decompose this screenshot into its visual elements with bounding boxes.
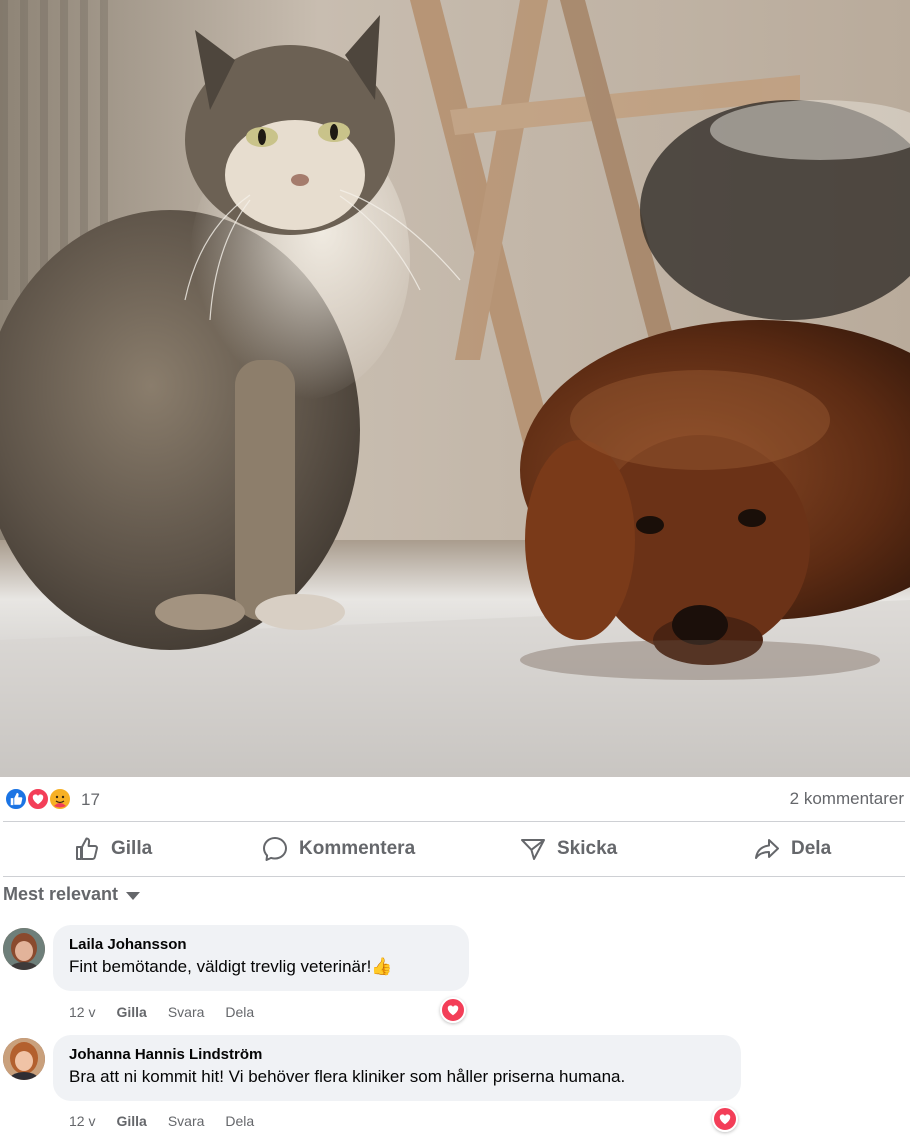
comment-timestamp[interactable]: 12 v [69, 1004, 95, 1020]
avatar[interactable] [3, 928, 45, 970]
comment-sort-dropdown[interactable]: Mest relevant [3, 884, 141, 905]
comment-label: Kommentera [299, 838, 416, 859]
like-button[interactable]: Gilla [73, 826, 152, 872]
comment-bubble: Laila Johansson Fint bemötande, väldigt … [53, 925, 469, 991]
love-icon [26, 787, 50, 811]
reaction-count[interactable]: 17 [81, 790, 100, 810]
share-arrow-icon [755, 839, 779, 859]
comment-reply-button[interactable]: Svara [168, 1113, 205, 1129]
reaction-icons[interactable] [4, 787, 78, 811]
comment-share-button[interactable]: Dela [225, 1113, 254, 1129]
love-icon[interactable] [440, 997, 466, 1023]
share-label: Dela [791, 838, 832, 859]
share-button[interactable]: Dela [753, 826, 831, 872]
comment-author[interactable]: Johanna Hannis Lindström [69, 1045, 725, 1065]
like-icon [4, 787, 28, 811]
comment-author[interactable]: Laila Johansson [69, 935, 453, 955]
send-button[interactable]: Skicka [519, 826, 617, 872]
comment-like-button[interactable]: Gilla [116, 1113, 146, 1129]
comment-actions: 12 v Gilla Svara Dela [69, 1004, 254, 1020]
comment-reply-button[interactable]: Svara [168, 1004, 205, 1020]
love-icon[interactable] [712, 1106, 738, 1132]
comment-like-button[interactable]: Gilla [116, 1004, 146, 1020]
divider [3, 876, 905, 877]
comment-text: Fint bemötande, väldigt trevlig veterinä… [69, 957, 393, 976]
post-photo[interactable] [0, 0, 910, 777]
comment-actions: 12 v Gilla Svara Dela [69, 1113, 254, 1129]
divider [3, 821, 905, 822]
care-icon [48, 787, 72, 811]
comment-count[interactable]: 2 kommentarer [790, 789, 904, 809]
comment-item: Laila Johansson Fint bemötande, väldigt … [0, 925, 910, 1028]
post-action-bar: Gilla Kommentera Skicka Dela [0, 826, 910, 872]
sort-label: Mest relevant [3, 884, 119, 904]
like-label: Gilla [111, 838, 153, 859]
comment-text: Bra att ni kommit hit! Vi behöver flera … [69, 1067, 626, 1086]
avatar[interactable] [3, 1038, 45, 1080]
cat-and-dog-illustration [0, 0, 910, 777]
comment-button[interactable]: Kommentera [261, 826, 415, 872]
reactions-summary[interactable]: 17 2 kommentarer [0, 784, 910, 816]
comment-item: Johanna Hannis Lindström Bra att ni komm… [0, 1035, 910, 1138]
caret-down-icon [126, 892, 141, 900]
send-label: Skicka [557, 838, 618, 859]
comment-share-button[interactable]: Dela [225, 1004, 254, 1020]
comment-bubble: Johanna Hannis Lindström Bra att ni komm… [53, 1035, 741, 1101]
thumbs-up-icon [76, 837, 98, 860]
comment-bubble-icon [263, 837, 287, 861]
send-icon [521, 839, 545, 860]
comment-timestamp[interactable]: 12 v [69, 1113, 95, 1129]
